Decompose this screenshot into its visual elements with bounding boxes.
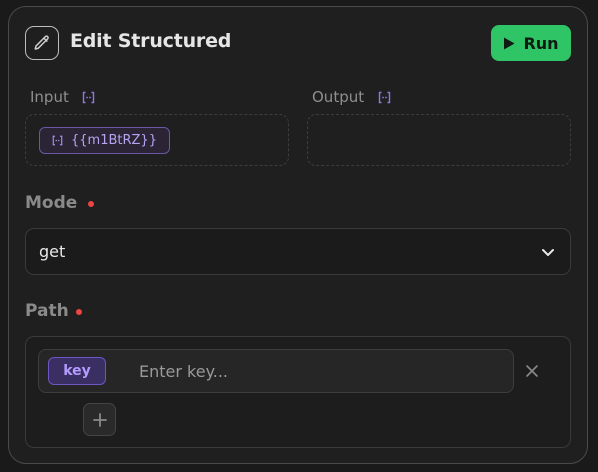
run-button-label: Run <box>523 33 559 53</box>
input-variable-text: {{m1BtRZ}} <box>71 133 157 148</box>
path-label: Path <box>25 301 69 321</box>
mode-select-value: get <box>39 242 66 261</box>
path-key-input[interactable] <box>139 358 499 384</box>
path-item: key <box>38 349 514 393</box>
edit-structured-panel: Edit Structured Run Input Output {{m1BtR… <box>8 6 588 464</box>
run-button[interactable]: Run <box>491 25 571 61</box>
variable-icon <box>52 135 63 146</box>
required-indicator <box>76 309 82 315</box>
input-variable-chip[interactable]: {{m1BtRZ}} <box>39 127 170 154</box>
chevron-down-icon <box>542 249 554 256</box>
variable-icon <box>82 91 95 104</box>
pencil-icon <box>25 26 59 60</box>
plus-icon <box>92 412 107 427</box>
variable-icon <box>378 91 391 104</box>
path-list: key <box>25 336 571 448</box>
panel-title: Edit Structured <box>70 30 232 52</box>
input-label: Input <box>30 88 69 106</box>
add-path-item-button[interactable] <box>83 403 116 436</box>
mode-label: Mode <box>25 193 78 213</box>
path-item-type-badge[interactable]: key <box>48 357 106 385</box>
output-drop-zone[interactable] <box>307 114 571 166</box>
output-label: Output <box>312 88 365 106</box>
input-drop-zone[interactable]: {{m1BtRZ}} <box>25 114 289 166</box>
mode-select[interactable]: get <box>25 228 571 275</box>
close-icon[interactable] <box>524 363 540 379</box>
required-indicator <box>88 201 94 207</box>
play-icon <box>504 37 515 49</box>
